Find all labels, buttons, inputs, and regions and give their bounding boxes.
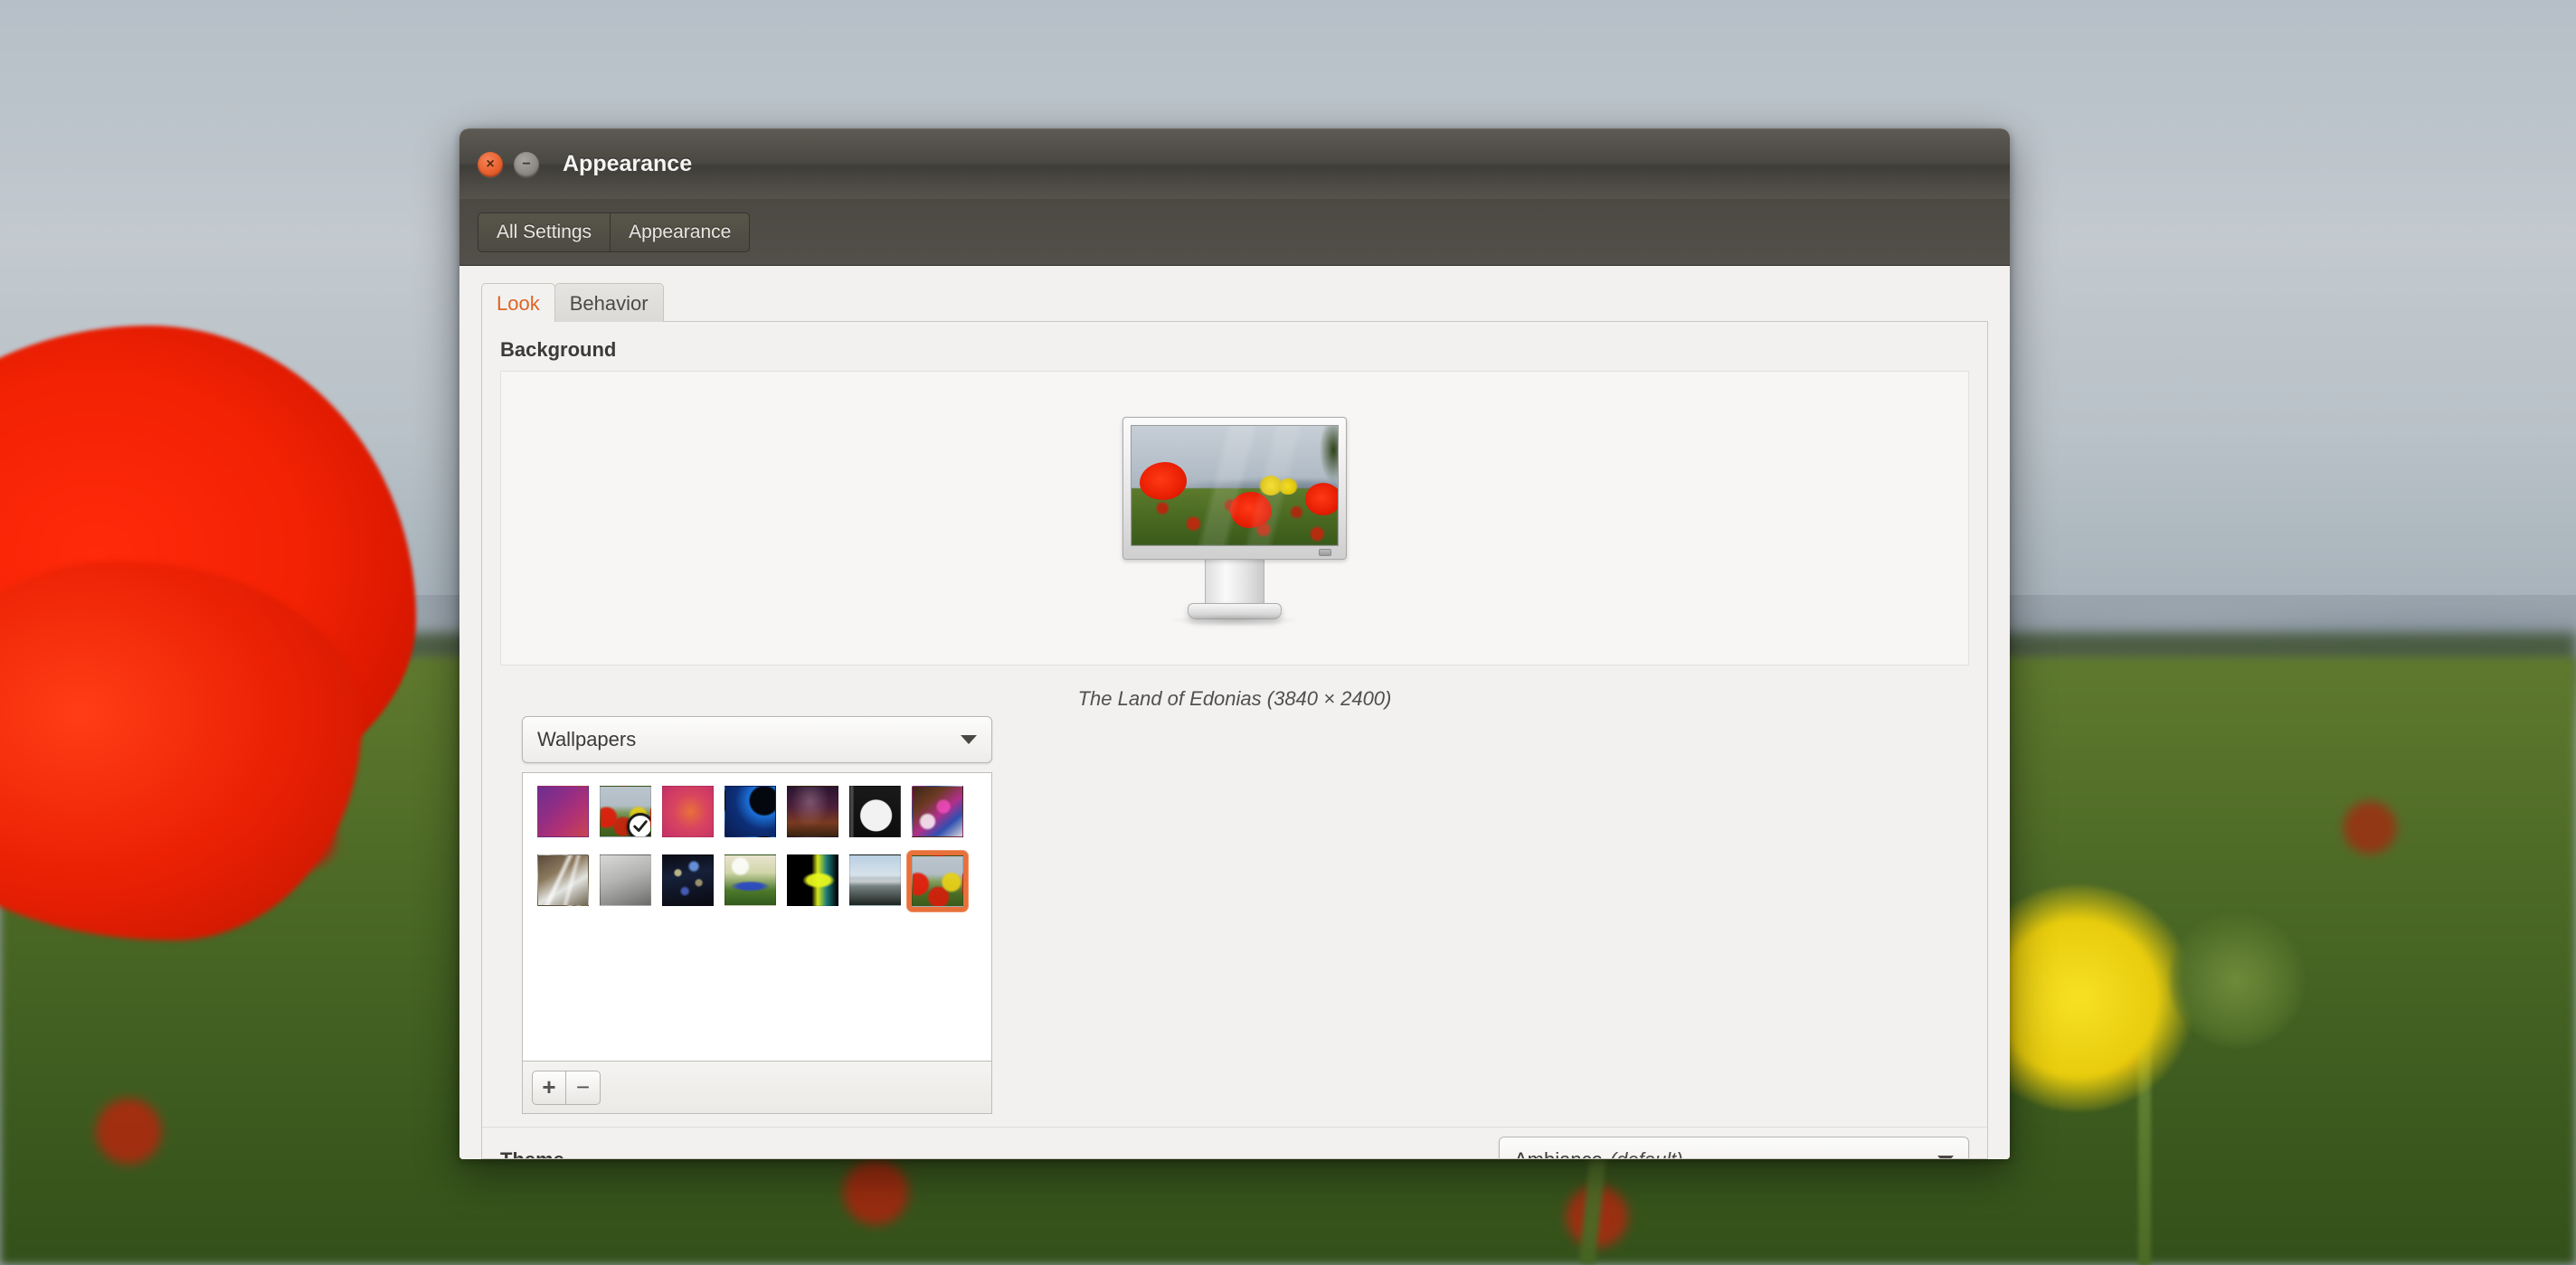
- wallpaper-thumbnail-image-street-clock-bw: [849, 786, 901, 837]
- wallpaper-thumbnail[interactable]: [844, 786, 906, 854]
- wallpaper-thumbnail[interactable]: [657, 786, 719, 854]
- look-tab-pane: Background: [481, 322, 1988, 1159]
- theme-value-wrap: Ambiance (default): [1514, 1148, 1683, 1159]
- wallpaper-thumbnail-frame: [600, 786, 651, 837]
- tab-look[interactable]: Look: [481, 283, 555, 323]
- monitor-preview: [1122, 417, 1347, 619]
- wallpaper-chooser-column: Wallpapers + −: [522, 711, 992, 1114]
- close-icon[interactable]: ×: [478, 152, 503, 177]
- tab-strip: Look Behavior: [459, 266, 2010, 322]
- nav-segmented-control: All Settings Appearance: [478, 212, 750, 252]
- remove-wallpaper-button[interactable]: −: [566, 1071, 601, 1105]
- wallpaper-thumbnail-frame: [849, 786, 901, 837]
- wallpaper-thumbnail-image-yellow-flower-black: [787, 854, 838, 906]
- wallpaper-thumbnail-frame: [787, 786, 838, 837]
- wallpaper-thumbnail[interactable]: [594, 854, 657, 923]
- monitor-stand-base-wrap: [1122, 603, 1347, 619]
- wallpaper-thumbnail-image-poppy-field-day: [600, 786, 651, 837]
- window-content: Look Behavior Background: [459, 266, 2010, 1159]
- add-wallpaper-button[interactable]: +: [532, 1071, 566, 1105]
- monitor-stand-neck: [1205, 560, 1264, 603]
- preview-screen-glare: [1132, 426, 1338, 545]
- background-section-title: Background: [500, 338, 1969, 362]
- wallpaper-thumbnail-frame: [662, 854, 714, 906]
- wallpaper-thumbnail-image-city-lights-night: [662, 854, 714, 906]
- wallpaper-thumbnail-image-blue-dark-orb: [724, 786, 776, 837]
- all-settings-button[interactable]: All Settings: [478, 212, 611, 252]
- appearance-button[interactable]: Appearance: [611, 212, 750, 252]
- theme-dropdown[interactable]: Ambiance (default): [1499, 1137, 1969, 1159]
- wallpaper-thumbnail-image-pink-orange-swirl: [662, 786, 714, 837]
- theme-control: Ambiance (default): [1499, 1137, 1969, 1159]
- wallpaper-grid-footer: + −: [522, 1062, 992, 1114]
- window-titlebar: × − Appearance: [459, 128, 2010, 199]
- window-title: Appearance: [563, 151, 692, 177]
- chevron-down-icon: [1937, 1156, 1954, 1159]
- wallpaper-thumbnail[interactable]: [719, 854, 781, 923]
- wallpaper-thumbnail-frame: [724, 854, 776, 906]
- wallpaper-thumbnail-image-colorful-bokeh-wires: [912, 786, 963, 837]
- wallpaper-thumbnail[interactable]: [781, 854, 844, 923]
- wallpaper-thumbnail-image-night-sky-milkyway: [787, 786, 838, 837]
- wallpaper-thumbnail-image-hailstones-grey: [600, 854, 651, 906]
- wallpaper-thumbnail-frame: [912, 786, 963, 837]
- monitor-bezel: [1122, 417, 1347, 560]
- wallpaper-flower-bud: [2169, 912, 2305, 1048]
- minimize-icon[interactable]: −: [514, 152, 539, 177]
- current-wallpaper-check-icon: [627, 813, 651, 837]
- wallpaper-thumbnail[interactable]: [719, 786, 781, 854]
- monitor-screen: [1131, 425, 1339, 546]
- wallpaper-thumbnail[interactable]: [532, 854, 594, 923]
- wallpaper-thumbnail[interactable]: [906, 786, 969, 854]
- wallpaper-thumbnail-image-poppy-field-edonias: [912, 855, 963, 907]
- tab-behavior[interactable]: Behavior: [554, 283, 664, 323]
- wallpaper-thumbnail-image-frosted-grass: [537, 854, 589, 906]
- monitor-power-led: [1319, 549, 1331, 556]
- wallpaper-thumbnail-frame: [662, 786, 714, 837]
- wallpaper-thumbnail[interactable]: [657, 854, 719, 923]
- wallpaper-source-value: Wallpapers: [537, 728, 636, 751]
- wallpaper-thumbnail-image-blue-insect-on-leaf: [724, 854, 776, 906]
- wallpaper-thumbnail-frame: [600, 854, 651, 906]
- wallpaper-thumbnail-frame: [724, 786, 776, 837]
- wallpaper-thumbnail[interactable]: [844, 854, 906, 923]
- wallpaper-thumbnail-image-purple-magenta-gradient: [537, 786, 589, 837]
- wallpaper-thumbnail[interactable]: [594, 786, 657, 854]
- wallpaper-thumbnail-frame: [537, 854, 589, 906]
- wallpaper-thumbnail-selected-frame: [906, 850, 969, 912]
- theme-row: Theme Ambiance (default): [482, 1128, 1987, 1159]
- monitor-stand-base: [1188, 603, 1282, 619]
- wallpaper-thumbnail-frame: [537, 786, 589, 837]
- background-section: Background: [482, 322, 1987, 1128]
- wallpaper-thumbnail[interactable]: [781, 786, 844, 854]
- background-preview-column: Background: [500, 338, 1969, 711]
- theme-value: Ambiance: [1514, 1148, 1603, 1159]
- wallpaper-thumbnail-grid[interactable]: [522, 772, 992, 1062]
- wallpaper-thumbnail[interactable]: [532, 786, 594, 854]
- wallpaper-thumbnail[interactable]: [906, 854, 969, 923]
- appearance-window: × − Appearance All Settings Appearance L…: [459, 128, 2010, 1159]
- theme-label: Theme: [500, 1148, 1499, 1159]
- wallpaper-thumbnail-frame: [787, 854, 838, 906]
- window-toolbar: All Settings Appearance: [459, 199, 2010, 266]
- theme-value-suffix: (default): [1610, 1148, 1683, 1159]
- wallpaper-caption: The Land of Edonias (3840 × 2400): [500, 687, 1969, 711]
- wallpaper-thumbnail-image-misty-lake-forest: [849, 854, 901, 906]
- wallpaper-source-dropdown[interactable]: Wallpapers: [522, 716, 992, 763]
- chevron-down-icon: [961, 735, 977, 744]
- wallpaper-preview-box: [500, 371, 1969, 666]
- wallpaper-thumbnail-frame: [849, 854, 901, 906]
